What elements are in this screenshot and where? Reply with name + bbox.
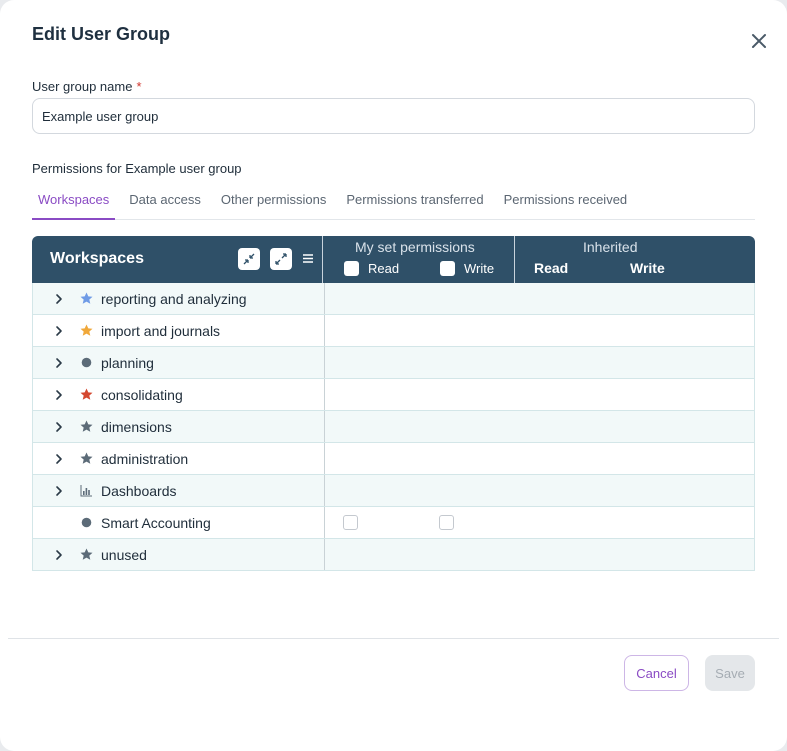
user-group-name-label-text: User group name (32, 79, 133, 94)
footer-divider (8, 638, 779, 639)
write-all-checkbox[interactable] (440, 261, 455, 276)
read-checkbox[interactable] (343, 515, 358, 530)
dot-icon (81, 517, 92, 528)
column-divider (324, 283, 325, 314)
permissions-heading: Permissions for Example user group (32, 161, 242, 176)
column-divider (324, 411, 325, 442)
expand-icon (275, 253, 287, 265)
expand-row-button[interactable] (53, 452, 65, 464)
expand-all-button[interactable] (270, 248, 292, 270)
close-button[interactable] (746, 28, 772, 54)
row-label: dimensions (101, 419, 172, 435)
chevron-right-icon (56, 326, 62, 336)
close-icon (752, 34, 766, 48)
expand-row-button[interactable] (53, 420, 65, 432)
workspaces-column-header: Workspaces (50, 250, 144, 267)
tab-permissions-received[interactable]: Permissions received (498, 184, 634, 220)
chevron-right-icon (56, 390, 62, 400)
table-row[interactable]: Dashboards (32, 475, 755, 507)
tab-permissions-transferred[interactable]: Permissions transferred (340, 184, 489, 220)
write-column-header: Write (464, 261, 495, 276)
inherited-write-header: Write (630, 260, 665, 276)
column-divider (324, 379, 325, 410)
table-row[interactable]: import and journals (32, 315, 755, 347)
expand-row-button[interactable] (53, 548, 65, 560)
read-column-header: Read (368, 261, 400, 276)
star-icon (80, 292, 93, 304)
table-row[interactable]: consolidating (32, 379, 755, 411)
expand-row-button[interactable] (53, 388, 65, 400)
star-icon (80, 324, 93, 336)
expand-row-button[interactable] (53, 356, 65, 368)
chevron-right-icon (56, 454, 62, 464)
column-divider (324, 475, 325, 506)
table-row[interactable]: dimensions (32, 411, 755, 443)
column-menu-button[interactable] (302, 251, 316, 267)
write-checkbox[interactable] (439, 515, 454, 530)
expand-row-button[interactable] (53, 324, 65, 336)
dialog-title: Edit User Group (32, 24, 171, 44)
chevron-right-icon (56, 294, 62, 304)
star-icon (80, 452, 93, 464)
star-icon (80, 420, 93, 432)
column-divider (324, 539, 325, 570)
header-divider (322, 236, 323, 283)
dot-icon (81, 357, 92, 368)
read-all-checkbox[interactable] (344, 261, 359, 276)
chart-icon (80, 485, 92, 497)
row-label: Dashboards (101, 483, 177, 499)
star-icon (80, 388, 93, 400)
inherited-read-header: Read (534, 260, 569, 276)
my-set-permissions-header: My set permissions (355, 239, 475, 255)
chevron-right-icon (56, 486, 62, 496)
menu-icon (303, 254, 313, 263)
workspaces-table: Workspaces My set permissions Read Write… (32, 236, 755, 571)
row-label: planning (101, 355, 154, 371)
chevron-right-icon (56, 358, 62, 368)
required-mark: * (136, 79, 142, 94)
collapse-icon (243, 253, 255, 265)
collapse-all-button[interactable] (238, 248, 260, 270)
column-divider (324, 443, 325, 474)
row-label: Smart Accounting (101, 515, 211, 531)
table-row[interactable]: Smart Accounting (32, 507, 755, 539)
table-row[interactable]: reporting and analyzing (32, 283, 755, 315)
row-label: unused (101, 547, 147, 563)
column-divider (324, 315, 325, 346)
table-row[interactable]: administration (32, 443, 755, 475)
star-icon (80, 548, 93, 560)
row-label: import and journals (101, 323, 221, 339)
edit-user-group-dialog: Edit User Group User group name* Permiss… (0, 0, 787, 751)
inherited-header: Inherited (583, 239, 638, 255)
save-button[interactable]: Save (705, 655, 755, 691)
table-row[interactable]: unused (32, 539, 755, 571)
table-body: reporting and analyzing import and journa… (32, 283, 755, 571)
user-group-name-label: User group name * (32, 79, 142, 94)
chevron-right-icon (56, 550, 62, 560)
tab-workspaces[interactable]: Workspaces (32, 184, 116, 220)
header-divider (514, 236, 515, 283)
column-divider (324, 507, 325, 538)
tab-other-permissions[interactable]: Other permissions (215, 184, 332, 220)
permissions-tabs: Workspaces Data access Other permissions… (32, 184, 755, 220)
table-row[interactable]: planning (32, 347, 755, 379)
row-label: consolidating (101, 387, 183, 403)
expand-row-button[interactable] (53, 292, 65, 304)
chevron-right-icon (56, 422, 62, 432)
tab-data-access[interactable]: Data access (123, 184, 207, 220)
cancel-button[interactable]: Cancel (624, 655, 689, 691)
column-divider (324, 347, 325, 378)
table-header: Workspaces My set permissions Read Write… (32, 236, 755, 283)
expand-row-button[interactable] (53, 484, 65, 496)
row-label: reporting and analyzing (101, 291, 247, 307)
user-group-name-input[interactable] (32, 98, 755, 134)
row-label: administration (101, 451, 189, 467)
